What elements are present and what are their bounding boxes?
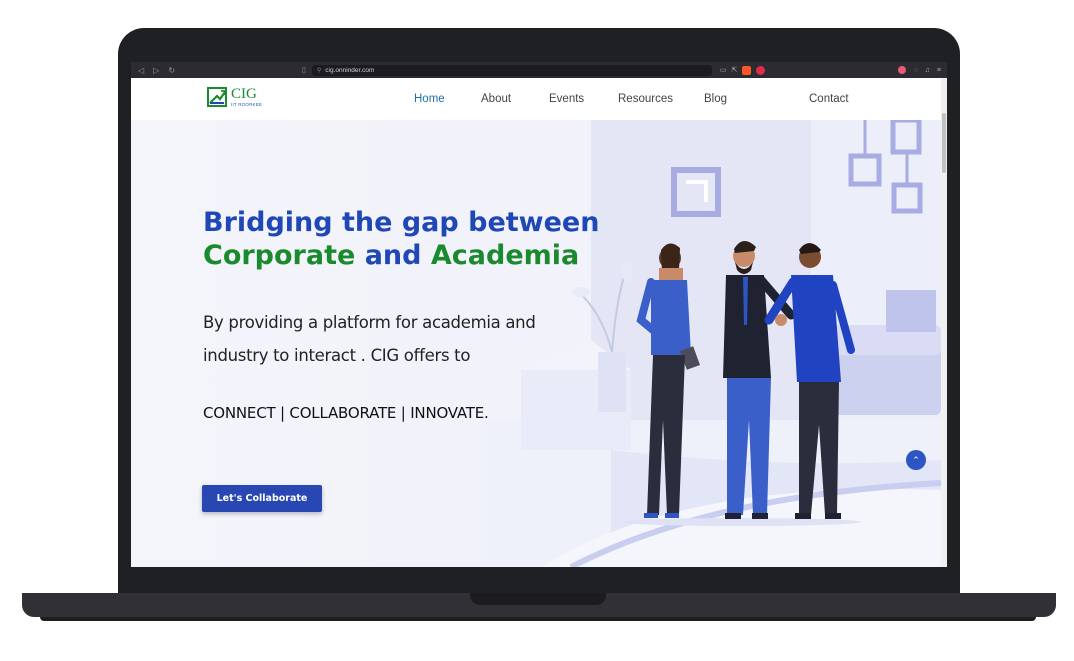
profile-icon[interactable] — [898, 66, 907, 74]
url-text: cig.onninder.com — [325, 66, 375, 74]
browser-toolbar: ◁ ▷ ↻ ▯ ⚲ cig.onninder.com ▭ ⇱ ◌ ♫ ≡ — [131, 62, 947, 78]
hero-description: By providing a platform for academia and… — [203, 313, 536, 365]
hero-title-and: and — [355, 240, 431, 271]
scrollbar-thumb[interactable] — [942, 113, 946, 173]
hero-title-corporate: Corporate — [203, 240, 356, 271]
site-info-icon[interactable]: ⚲ — [317, 67, 321, 74]
browser-right-icons: ◌ ♫ ≡ — [898, 66, 941, 74]
hero-title-line1: Bridging the gap between — [203, 207, 600, 238]
laptop-base-lip — [40, 617, 1036, 621]
page-scrollbar[interactable] — [941, 78, 947, 567]
lets-collaborate-button[interactable]: Let's Collaborate — [202, 485, 322, 512]
hero-title-academia: Academia — [430, 240, 580, 271]
screen-icon[interactable]: ▭ — [720, 66, 727, 74]
logo-subtitle: IIT ROORKEE — [231, 102, 263, 107]
nav-events[interactable]: Events — [549, 93, 584, 105]
site-navbar: CIG IIT ROORKEE Home About Events Resour… — [131, 78, 941, 120]
share-icon[interactable]: ⇱ — [731, 66, 737, 74]
forward-icon[interactable]: ▷ — [153, 66, 159, 75]
laptop-screen: ◁ ▷ ↻ ▯ ⚲ cig.onninder.com ▭ ⇱ ◌ ♫ ≡ CIG… — [131, 62, 947, 567]
menu-icon[interactable]: ≡ — [937, 67, 941, 74]
wallet-icon[interactable]: ◌ — [913, 67, 917, 74]
laptop-mockup: ◁ ▷ ↻ ▯ ⚲ cig.onninder.com ▭ ⇱ ◌ ♫ ≡ CIG… — [0, 0, 1074, 661]
address-bar[interactable]: ⚲ cig.onninder.com — [311, 64, 712, 76]
nav-contact[interactable]: Contact — [809, 93, 849, 105]
nav-home[interactable]: Home — [414, 93, 445, 105]
back-icon[interactable]: ◁ — [138, 66, 144, 75]
logo-text: CIG IIT ROORKEE — [231, 87, 262, 108]
brave-shield-icon[interactable] — [742, 65, 752, 75]
nav-blog[interactable]: Blog — [704, 93, 727, 105]
music-icon[interactable]: ♫ — [925, 67, 930, 74]
chevron-up-icon: ⌃ — [912, 454, 920, 465]
logo-title: CIG — [231, 86, 257, 102]
cig-logo[interactable]: CIG IIT ROORKEE — [207, 87, 262, 108]
browser-nav-buttons: ◁ ▷ ↻ — [138, 66, 298, 75]
hero-tagline: CONNECT | COLLABORATE | INNOVATE. — [203, 404, 489, 422]
brave-rewards-icon[interactable] — [756, 65, 766, 75]
laptop-notch — [470, 593, 606, 605]
reload-icon[interactable]: ↻ — [168, 66, 175, 75]
bookmark-icon[interactable]: ▯ — [302, 66, 306, 74]
logo-mark-icon — [207, 87, 227, 108]
hero-title: Bridging the gap between Corporate and A… — [203, 206, 599, 272]
address-bar-actions: ▭ ⇱ — [720, 65, 766, 75]
nav-about[interactable]: About — [481, 93, 511, 105]
nav-resources[interactable]: Resources — [618, 93, 673, 105]
scroll-to-top-button[interactable]: ⌃ — [906, 450, 926, 470]
